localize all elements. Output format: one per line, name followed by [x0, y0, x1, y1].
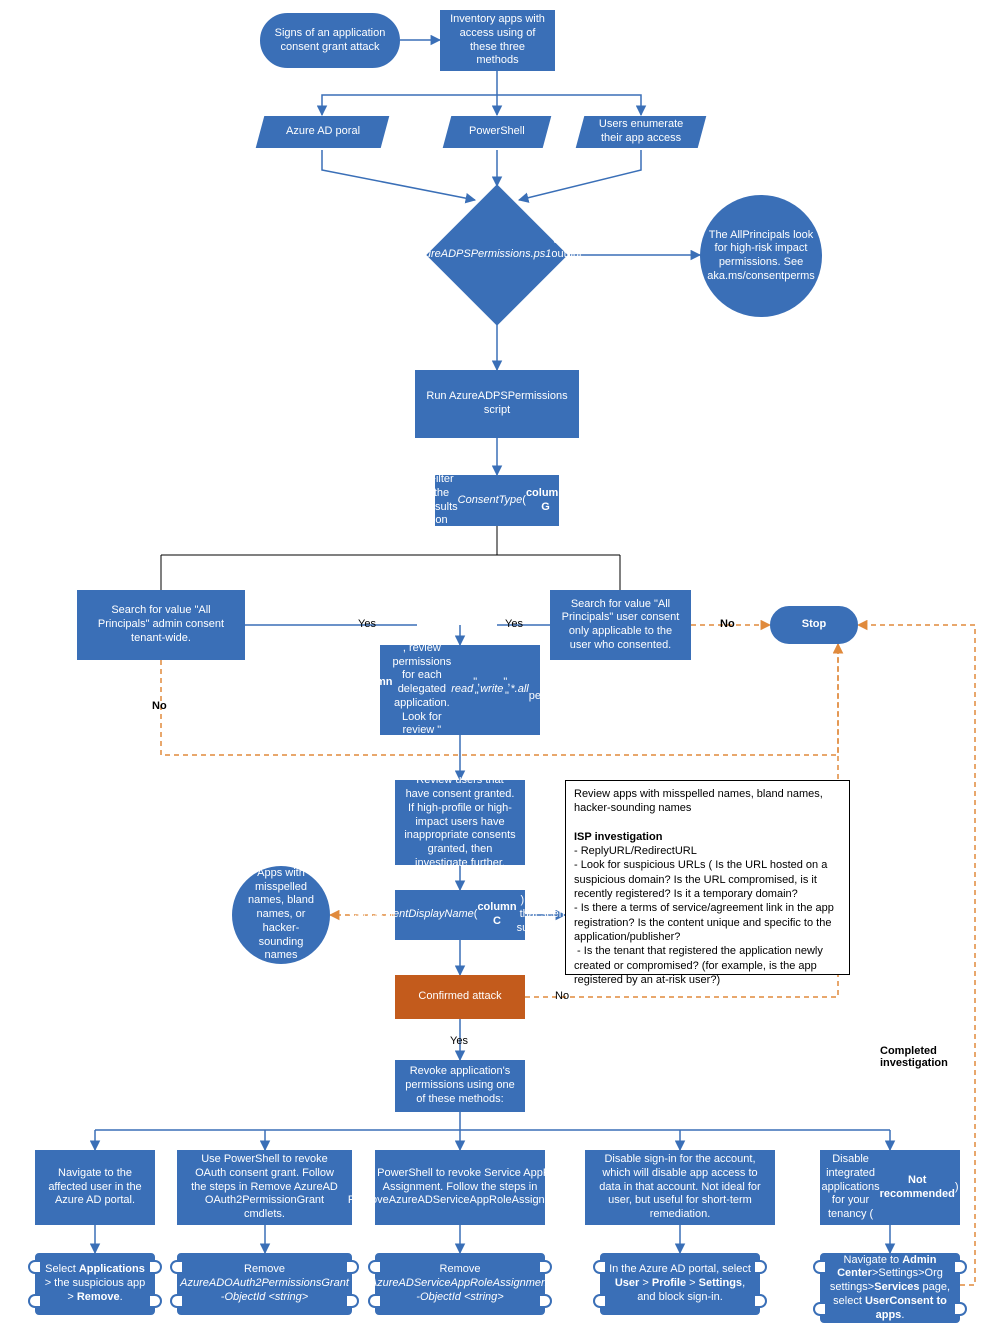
node-allprincipals-info: The AllPrincipals look for high-risk imp…	[700, 195, 822, 317]
node-run-script: Run AzureADPSPermissions script	[415, 370, 579, 438]
label-yes-right: Yes	[505, 618, 523, 630]
node-method5b: Navigate to Admin Center>Settings>Org se…	[820, 1253, 960, 1323]
node-method2b: Remove AzureADOAuth2PermissionsGrant -Ob…	[177, 1253, 352, 1315]
node-review-users: Review users that have consent granted. …	[395, 780, 525, 865]
node-powershell: PowerShell	[443, 116, 552, 148]
label-yes-left: Yes	[358, 618, 376, 630]
node-search-user: Search for value "All Principals" user c…	[550, 590, 691, 660]
node-note: Review apps with misspelled names, bland…	[565, 780, 850, 975]
node-method4a: Disable sign-in for the account, which w…	[585, 1150, 775, 1225]
node-method1b: Select Applications > the suspicious app…	[35, 1253, 155, 1315]
label-completed: Completed investigation	[880, 1045, 960, 1069]
label-yes-confirmed: Yes	[450, 1035, 468, 1047]
node-apps-misspelled: Apps with misspelled names, bland names,…	[232, 866, 330, 964]
node-azure-portal: Azure AD poral	[256, 116, 390, 148]
node-method5a: Disable integrated applications for your…	[820, 1150, 960, 1225]
node-confirmed: Confirmed attack	[395, 975, 525, 1019]
label-no-admin: No	[152, 700, 167, 712]
node-method1a: Navigate to the affected user in the Azu…	[35, 1150, 155, 1225]
node-check-client: Check ClientDisplayName (column C) for a…	[395, 890, 525, 940]
node-method3b: Remove AzureADServiceAppRoleAssignment -…	[375, 1253, 545, 1315]
node-stop: Stop	[770, 606, 858, 644]
node-method3a: Use PowerShell to revoke Service AppRole…	[375, 1150, 545, 1225]
label-no-confirmed: No	[555, 990, 569, 1002]
node-revoke: Revoke application's permissions using o…	[395, 1060, 525, 1112]
flowchart-canvas: Signs of an application consent grant at…	[0, 0, 991, 1329]
label-no-user: No	[720, 618, 735, 630]
node-search-admin: Search for value "All Principals" admin …	[77, 590, 245, 660]
node-filter-results: Filter the results on ConsentType (colum…	[435, 475, 559, 526]
node-method4b: In the Azure AD portal, select User > Pr…	[600, 1253, 760, 1315]
node-look-col-f: Look in column F, review permissions for…	[380, 645, 540, 735]
node-script-file: AzureADPSPermissions.ps1 script output f…	[447, 205, 547, 305]
node-start: Signs of an application consent grant at…	[260, 13, 400, 68]
node-inventory: Inventory apps with access using of thes…	[440, 10, 555, 71]
node-method2a: Use PowerShell to revoke OAuth consent g…	[177, 1150, 352, 1225]
node-users-enum: Users enumerate their app access	[576, 116, 707, 148]
